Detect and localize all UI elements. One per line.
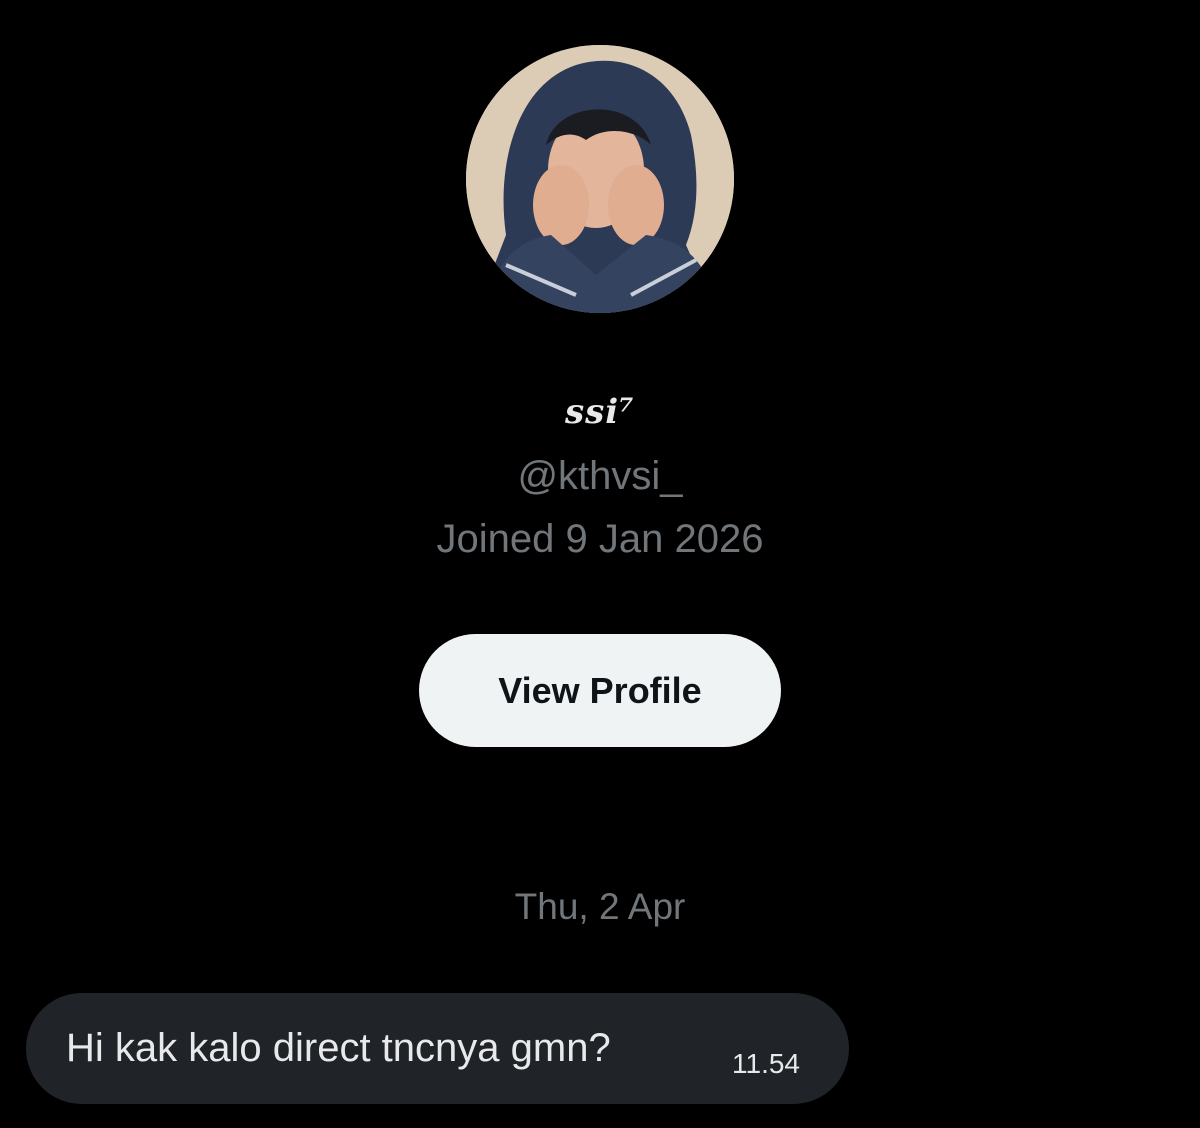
- message-timestamp: 11.54: [732, 1048, 800, 1079]
- username-handle: @kthvsi_: [517, 454, 683, 498]
- profile-avatar[interactable]: [466, 45, 734, 313]
- view-profile-button[interactable]: View Profile: [419, 634, 781, 747]
- date-separator: Thu, 2 Apr: [514, 886, 686, 927]
- joined-date: Joined 9 Jan 2026: [436, 517, 764, 561]
- profile-photo-icon: [466, 45, 734, 313]
- display-name: ssi⁷: [564, 392, 636, 432]
- message-text: Hi kak kalo direct tncnya gmn?: [66, 1026, 611, 1070]
- message-bubble[interactable]: Hi kak kalo direct tncnya gmn? 11.54: [26, 993, 849, 1104]
